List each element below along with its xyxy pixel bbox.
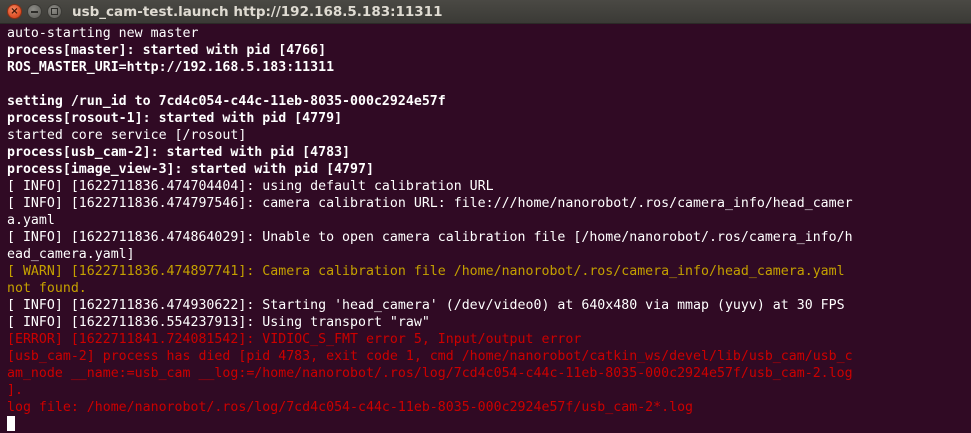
window-title: usb_cam-test.launch http://192.168.5.183… xyxy=(72,4,443,20)
maximize-icon xyxy=(51,8,58,15)
terminal-line: setting /run_id to 7cd4c054-c44c-11eb-80… xyxy=(7,94,446,109)
terminal-line: process[image_view-3]: started with pid … xyxy=(7,162,374,177)
prompt-line[interactable] xyxy=(7,416,971,433)
minimize-window-button[interactable] xyxy=(27,4,42,19)
terminal-line: started core service [/rosout] xyxy=(7,128,247,143)
terminal-line: ROS_MASTER_URI=http://192.168.5.183:1131… xyxy=(7,60,335,75)
title-bar[interactable]: × usb_cam-test.launch http://192.168.5.1… xyxy=(0,0,971,24)
terminal-line: [ INFO] [1622711836.474797546]: camera c… xyxy=(7,196,853,211)
terminal-line: [usb_cam-2] process has died [pid 4783, … xyxy=(7,349,853,364)
terminal-line: auto-starting new master xyxy=(7,26,199,41)
minimize-icon xyxy=(31,11,38,13)
terminal-line: am_node __name:=usb_cam __log:=/home/nan… xyxy=(7,366,853,381)
terminal-output[interactable]: auto-starting new master process[master]:… xyxy=(0,25,971,433)
terminal-line: log file: /home/nanorobot/.ros/log/7cd4c… xyxy=(7,400,694,415)
maximize-window-button[interactable] xyxy=(47,4,62,19)
close-icon: × xyxy=(10,6,19,17)
terminal-line: ]. xyxy=(7,383,23,398)
terminal-line: [ INFO] [1622711836.474864029]: Unable t… xyxy=(7,230,853,245)
terminal-window: × usb_cam-test.launch http://192.168.5.1… xyxy=(0,0,971,433)
terminal-line: [ INFO] [1622711836.554237913]: Using tr… xyxy=(7,315,430,330)
terminal-line: process[rosout-1]: started with pid [477… xyxy=(7,111,343,126)
terminal-line: ead_camera.yaml] xyxy=(7,247,135,262)
terminal-line: process[usb_cam-2]: started with pid [47… xyxy=(7,145,351,160)
close-window-button[interactable]: × xyxy=(7,4,22,19)
text-cursor xyxy=(7,416,15,431)
terminal-line: process[master]: started with pid [4766] xyxy=(7,43,327,58)
terminal-line: not found. xyxy=(7,281,87,296)
terminal-line: a.yaml xyxy=(7,213,55,228)
terminal-line: [ INFO] [1622711836.474704404]: using de… xyxy=(7,179,494,194)
terminal-line: [ INFO] [1622711836.474930622]: Starting… xyxy=(7,298,845,313)
terminal-line: [ WARN] [1622711836.474897741]: Camera c… xyxy=(7,264,845,279)
terminal-line: [ERROR] [1622711841.724081542]: VIDIOC_S… xyxy=(7,332,582,347)
